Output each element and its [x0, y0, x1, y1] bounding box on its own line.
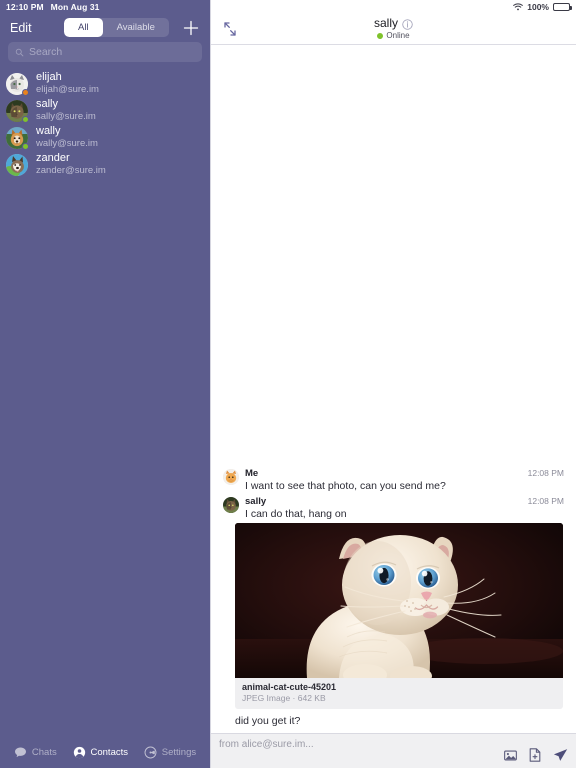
contact-row-sally[interactable]: sally sally@sure.im	[0, 97, 210, 124]
message-body: Me 12:08 PM I want to see that photo, ca…	[245, 468, 564, 492]
person-circle-icon	[73, 746, 85, 758]
contact-text: zander zander@sure.im	[36, 152, 106, 176]
search-box[interactable]	[8, 42, 202, 62]
attachment-block: animal-cat-cute-45201 JPEG Image · 642 K…	[211, 521, 576, 709]
message-author: sally	[245, 496, 267, 507]
contact-email: wally@sure.im	[36, 138, 98, 150]
file-attach-icon[interactable]	[529, 748, 541, 762]
status-text: Online	[386, 30, 410, 40]
online-dot-icon	[377, 33, 384, 40]
presence-indicator	[22, 142, 29, 150]
status-bar-date: Mon Aug 31	[50, 2, 100, 12]
app-root: 12:10 PM Mon Aug 31 Edit All Available S…	[0, 0, 576, 768]
tab-contacts[interactable]: Contacts	[73, 746, 129, 759]
attachment-image[interactable]	[235, 523, 563, 678]
page-title: sally	[373, 16, 398, 31]
filter-segmented-control[interactable]: All Available	[64, 18, 169, 37]
contact-name: zander	[36, 152, 70, 165]
avatar	[223, 497, 239, 513]
chat-panel: 100% sally Online Me 12:08 PM I want to …	[210, 0, 576, 768]
send-icon[interactable]	[553, 748, 568, 762]
avatar-wrapper	[6, 99, 29, 123]
status-badge: Online	[374, 30, 413, 41]
message-text: I can do that, hang on	[245, 508, 347, 520]
attachment-card[interactable]: animal-cat-cute-45201 JPEG Image · 642 K…	[235, 523, 563, 709]
plus-icon[interactable]	[182, 19, 200, 37]
message-timestamp: 12:08 PM	[527, 496, 564, 506]
sidebar: 12:10 PM Mon Aug 31 Edit All Available S…	[0, 0, 210, 768]
contact-name: elijah	[36, 71, 62, 84]
avatar	[6, 153, 28, 176]
info-circle-icon[interactable]	[402, 18, 413, 30]
contact-text: sally sally@sure.im	[36, 98, 96, 122]
search-icon	[15, 48, 24, 56]
edit-button[interactable]: Edit	[10, 21, 32, 35]
chat-header: sally Online	[211, 14, 576, 45]
tab-settings[interactable]: Settings	[144, 746, 196, 759]
message-timestamp: 12:08 PM	[527, 468, 564, 478]
message-row: Me 12:08 PM I want to see that photo, ca…	[211, 465, 576, 493]
presence-indicator	[22, 115, 29, 123]
attachment-filename: animal-cat-cute-45201	[242, 682, 337, 692]
contact-email: elijah@sure.im	[36, 84, 99, 96]
segment-all[interactable]: All	[64, 18, 103, 37]
message-text-trailing: did you get it?	[235, 715, 301, 727]
avatar	[223, 469, 239, 485]
contact-name: sally	[36, 98, 59, 111]
contact-text: elijah elijah@sure.im	[36, 71, 99, 95]
contact-email: zander@sure.im	[36, 165, 106, 177]
tab-label: Chats	[31, 746, 57, 758]
attachment-meta: animal-cat-cute-45201 JPEG Image · 642 K…	[235, 678, 563, 709]
status-bar-time: 12:10 PM	[6, 2, 44, 12]
message-row: sally 12:08 PM I can do that, hang on	[211, 493, 576, 521]
bottom-tab-bar: Chats Contacts Settings	[0, 738, 210, 768]
attachment-filesize: JPEG Image · 642 KB	[242, 693, 326, 703]
composer-actions	[504, 748, 568, 762]
message-author: Me	[245, 468, 259, 479]
chat-bubble-icon	[14, 746, 26, 757]
contact-text: wally wally@sure.im	[36, 125, 98, 149]
contacts-list: elijah elijah@sure.im sally sally@sure.i…	[0, 70, 210, 738]
avatar-wrapper	[6, 126, 29, 150]
message-list: Me 12:08 PM I want to see that photo, ca…	[211, 45, 576, 733]
search-container	[0, 42, 210, 62]
tab-label: Settings	[161, 746, 197, 758]
contact-row-elijah[interactable]: elijah elijah@sure.im	[0, 70, 210, 97]
avatar-wrapper	[6, 153, 28, 176]
message-header: sally 12:08 PM	[245, 496, 564, 507]
chat-header-center: sally Online	[373, 16, 413, 41]
search-input[interactable]	[29, 46, 195, 58]
status-bar-right: 100%	[211, 0, 576, 14]
tab-chats[interactable]: Chats	[14, 746, 57, 759]
message-body: sally 12:08 PM I can do that, hang on	[245, 496, 564, 520]
chat-title-row: sally	[373, 16, 413, 31]
image-attach-icon[interactable]	[504, 749, 517, 762]
collapse-arrows-icon[interactable]	[221, 20, 239, 38]
contact-email: sally@sure.im	[36, 111, 96, 123]
message-composer	[211, 733, 576, 768]
settings-icon	[144, 746, 157, 758]
battery-percent: 100%	[527, 2, 549, 12]
contact-name: wally	[36, 125, 61, 138]
contact-row-zander[interactable]: zander zander@sure.im	[0, 151, 210, 178]
avatar-wrapper	[6, 72, 29, 96]
presence-indicator	[22, 88, 29, 96]
sidebar-nav-row: Edit All Available	[0, 14, 210, 41]
battery-icon	[553, 3, 572, 11]
segment-available[interactable]: Available	[103, 18, 169, 37]
message-text: I want to see that photo, can you send m…	[245, 480, 446, 492]
contact-row-wally[interactable]: wally wally@sure.im	[0, 124, 210, 151]
tab-label: Contacts	[90, 746, 129, 758]
wifi-icon	[513, 3, 524, 11]
message-header: Me 12:08 PM	[245, 468, 564, 479]
status-bar-left: 12:10 PM Mon Aug 31	[0, 0, 210, 14]
